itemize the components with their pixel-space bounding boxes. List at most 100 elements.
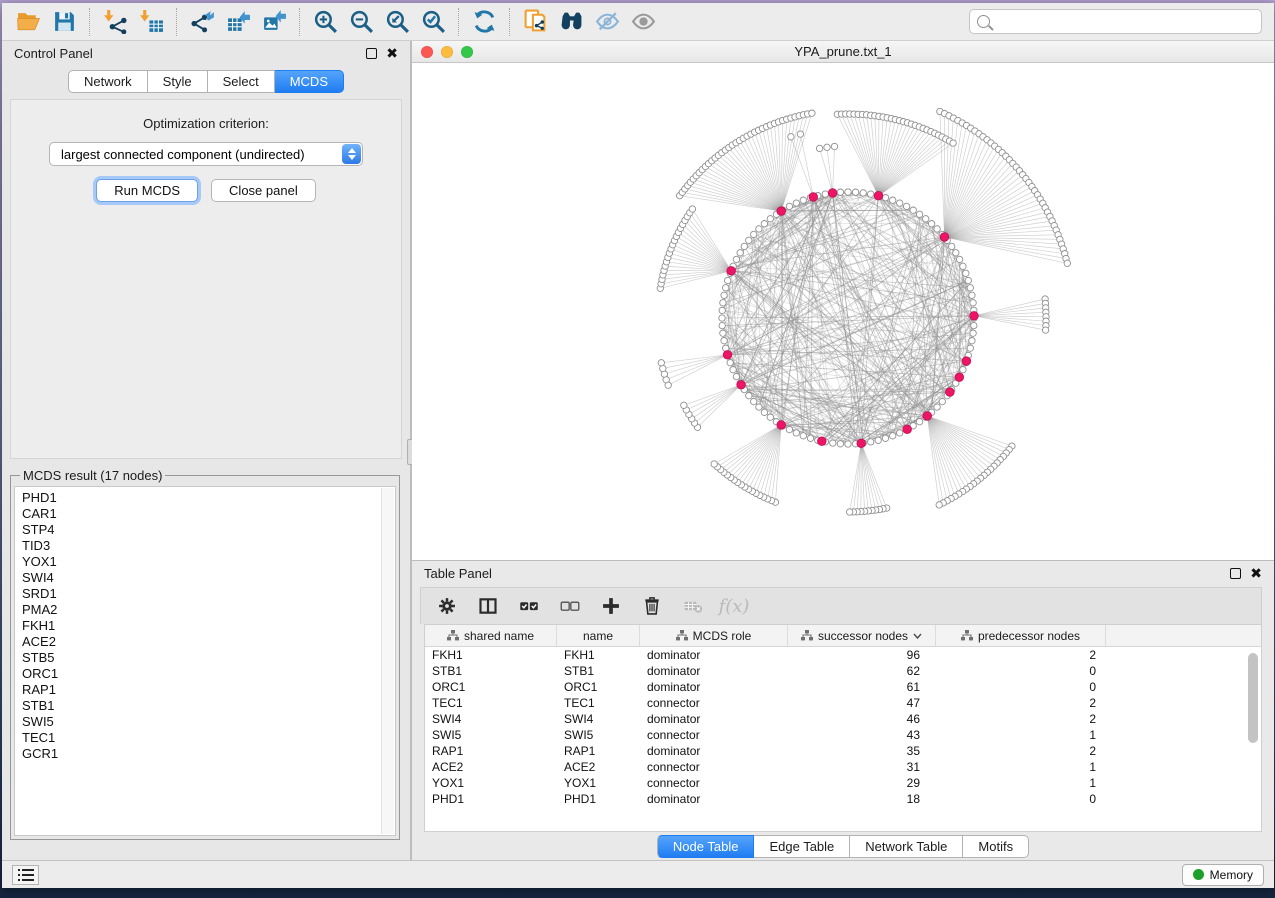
search-box[interactable] [969,9,1262,34]
mcds-result-item[interactable]: FKH1 [22,618,395,634]
table-row[interactable]: YOX1 YOX1 connector 29 1 [425,775,1261,791]
table-tab[interactable]: Edge Table [754,835,850,858]
table-row[interactable]: STB1 STB1 dominator 62 0 [425,663,1261,679]
deselect-all-button[interactable] [558,594,582,618]
table-row[interactable]: RAP1 RAP1 dominator 35 2 [425,743,1261,759]
table-row[interactable]: FKH1 FKH1 dominator 96 2 [425,647,1261,663]
table-tab[interactable]: Motifs [963,835,1029,858]
zoom-window-icon[interactable] [461,46,473,58]
table-tab[interactable]: Network Table [850,835,963,858]
memory-label: Memory [1210,868,1253,882]
cell-shared-name: SWI4 [425,712,557,726]
mcds-result-item[interactable]: SWI5 [22,714,395,730]
mcds-result-item[interactable]: GCR1 [22,746,395,762]
column-header[interactable]: shared name [425,625,557,646]
column-header[interactable]: name [557,625,640,646]
table-row[interactable]: ORC1 ORC1 dominator 61 0 [425,679,1261,695]
network-canvas[interactable] [412,63,1274,560]
import-table-button[interactable] [133,7,169,37]
cell-mcds-role: dominator [640,712,788,726]
delete-columns-button[interactable] [640,594,664,618]
table-row[interactable]: SWI4 SWI4 dominator 46 2 [425,711,1261,727]
float-panel-icon[interactable] [366,48,377,59]
zoom-in-button[interactable] [307,7,343,37]
table-row[interactable]: ACE2 ACE2 connector 31 1 [425,759,1261,775]
control-panel-tab[interactable]: Network [68,70,148,93]
mcds-result-item[interactable]: ORC1 [22,666,395,682]
task-history-button[interactable] [12,865,39,885]
export-image-button[interactable] [256,7,292,37]
float-panel-icon[interactable] [1230,568,1241,579]
function-builder-button[interactable]: f(x) [722,594,746,618]
network-graph[interactable] [412,63,1273,560]
table-row[interactable]: PHD1 PHD1 dominator 18 0 [425,791,1261,807]
zoom-out-button[interactable] [343,7,379,37]
toolbar-separator [509,8,510,36]
columns-icon [478,596,498,616]
table-tab[interactable]: Node Table [657,835,755,858]
memory-button[interactable]: Memory [1182,864,1264,886]
control-panel-tab[interactable]: MCDS [275,70,344,93]
minimize-window-icon[interactable] [441,46,453,58]
table-row[interactable]: TEC1 TEC1 connector 47 2 [425,695,1261,711]
cell-successor-nodes: 18 [788,792,936,806]
mcds-result-item[interactable]: RAP1 [22,682,395,698]
mcds-result-item[interactable]: CAR1 [22,506,395,522]
result-list-scrollbar[interactable] [381,488,394,834]
column-header[interactable]: MCDS role [640,625,788,646]
main-toolbar [2,3,1274,41]
close-panel-icon[interactable]: ✖ [1250,568,1262,579]
cell-shared-name: SWI5 [425,728,557,742]
export-table-button[interactable] [220,7,256,37]
status-bar: Memory [2,860,1274,888]
control-panel-tab[interactable]: Select [208,70,275,93]
zoom-selected-button[interactable] [415,7,451,37]
duplicate-network-button[interactable] [517,7,553,37]
delete-table-button[interactable] [681,594,705,618]
hide-selected-button[interactable] [589,7,625,37]
table-mode-button[interactable] [435,594,459,618]
save-icon [52,9,77,34]
column-header[interactable]: predecessor nodes [936,625,1106,646]
add-column-button[interactable] [599,594,623,618]
cell-name: SWI4 [557,712,640,726]
close-panel-button[interactable]: Close panel [211,179,316,202]
refresh-button[interactable] [466,7,502,37]
first-neighbors-button[interactable] [553,7,589,37]
show-columns-button[interactable] [476,594,500,618]
cell-mcds-role: dominator [640,792,788,806]
mcds-result-item[interactable]: PMA2 [22,602,395,618]
close-window-icon[interactable] [421,46,433,58]
mcds-result-item[interactable]: STP4 [22,522,395,538]
select-all-button[interactable] [517,594,541,618]
column-header[interactable]: successor nodes [788,625,936,646]
zoom-fit-button[interactable] [379,7,415,37]
table-panel-title: Table Panel [424,566,492,581]
save-button[interactable] [46,7,82,37]
control-panel-tab[interactable]: Style [148,70,208,93]
mcds-result-item[interactable]: TEC1 [22,730,395,746]
export-network-button[interactable] [184,7,220,37]
table-row[interactable]: SWI5 SWI5 connector 43 1 [425,727,1261,743]
run-mcds-button[interactable]: Run MCDS [96,179,198,202]
mcds-result-item[interactable]: STB1 [22,698,395,714]
optimization-criterion-select[interactable]: largest connected component (undirected) [49,142,363,166]
show-all-button[interactable] [625,7,661,37]
mcds-result-item[interactable]: ACE2 [22,634,395,650]
open-button[interactable] [10,7,46,37]
import-network-button[interactable] [97,7,133,37]
mcds-result-item[interactable]: YOX1 [22,554,395,570]
mcds-result-item[interactable]: PHD1 [22,490,395,506]
control-panel-tabs: NetworkStyleSelectMCDS [2,70,410,93]
table-toolbar: f(x) [420,587,1262,624]
mcds-result-item[interactable]: SRD1 [22,586,395,602]
close-panel-icon[interactable]: ✖ [386,48,398,59]
mcds-result-item[interactable]: TID3 [22,538,395,554]
mcds-result-item[interactable]: SWI4 [22,570,395,586]
cell-successor-nodes: 47 [788,696,936,710]
mcds-result-item[interactable]: STB5 [22,650,395,666]
cell-predecessor-nodes: 1 [936,760,1106,774]
search-input[interactable] [995,14,1254,29]
export-table-icon [226,9,251,34]
table-scrollbar[interactable] [1248,653,1258,743]
